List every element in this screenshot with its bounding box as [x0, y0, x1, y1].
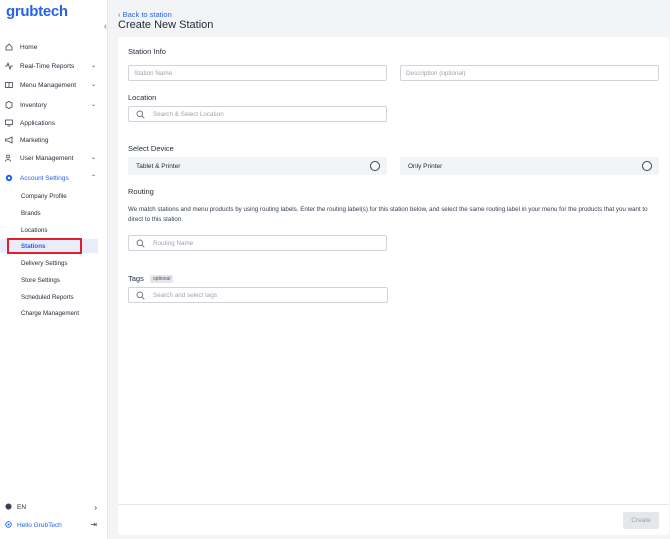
selection-highlight	[7, 238, 82, 254]
chevron-down-icon: ⌄	[90, 63, 96, 69]
radio-button[interactable]	[642, 161, 652, 171]
language-selector[interactable]: EN ›	[5, 503, 97, 512]
book-icon	[5, 81, 13, 89]
chevron-up-icon: ⌃	[90, 175, 96, 181]
create-station-form: Station Info Station Name Description (o…	[118, 37, 669, 535]
station-info-title: Station Info	[128, 47, 166, 56]
sidebar-subitem-charge-management[interactable]: Charge Management	[0, 306, 98, 320]
sidebar-item-label: Menu Management	[20, 81, 77, 89]
logout-icon[interactable]: ⇥	[90, 520, 97, 529]
page-title: Create New Station	[118, 19, 214, 31]
user-icon	[5, 521, 12, 530]
routing-name-input[interactable]: Routing Name	[128, 235, 387, 251]
location-search-input[interactable]: Search & Select Location	[128, 106, 387, 122]
sidebar-item-real-time-reports[interactable]: Real-Time Reports ⌄	[0, 58, 100, 74]
sidebar-item-label: Home	[20, 43, 38, 51]
search-icon	[136, 239, 145, 248]
chevron-right-icon: ›	[94, 503, 97, 512]
tags-search-input[interactable]: Search and select tags	[128, 287, 388, 303]
language-label: EN	[17, 504, 27, 511]
sidebar-subitem-delivery-settings[interactable]: Delivery Settings	[0, 256, 98, 270]
sidebar-item-label: Real-Time Reports	[20, 62, 75, 70]
sidebar-item-label: Applications	[20, 119, 56, 127]
back-to-station-link[interactable]: ‹ Back to station	[118, 10, 172, 19]
footer-divider	[118, 504, 669, 505]
routing-description: We match stations and menu products by u…	[128, 206, 648, 223]
sidebar-subitem-brands[interactable]: Brands	[0, 206, 98, 220]
chevron-down-icon: ⌄	[90, 155, 96, 161]
device-option-tablet-printer[interactable]: Tablet & Printer	[128, 157, 387, 175]
search-icon	[136, 291, 145, 300]
sidebar-item-marketing[interactable]: Marketing	[0, 132, 100, 148]
location-placeholder: Search & Select Location	[153, 110, 224, 118]
sidebar-item-menu-management[interactable]: Menu Management ⌄	[0, 77, 100, 93]
device-option-label: Only Printer	[408, 162, 443, 170]
sidebar-item-user-management[interactable]: User Management ⌄	[0, 150, 100, 166]
routing-placeholder: Routing Name	[153, 239, 194, 247]
tags-label: Tags	[128, 274, 144, 283]
location-title: Location	[128, 93, 157, 102]
greeting-label: Hello GrubTech	[17, 522, 62, 529]
sidebar-item-applications[interactable]: Applications	[0, 115, 100, 131]
radio-button[interactable]	[370, 161, 380, 171]
users-icon	[5, 154, 13, 162]
sidebar-item-label: Account Settings	[20, 174, 69, 182]
chevron-down-icon: ⌄	[90, 102, 96, 108]
sidebar-item-inventory[interactable]: Inventory ⌄	[0, 97, 100, 113]
box-icon	[5, 101, 13, 109]
megaphone-icon	[5, 136, 13, 144]
home-icon	[5, 43, 13, 51]
select-device-title: Select Device	[128, 144, 174, 153]
sidebar-item-label: Inventory	[20, 101, 47, 109]
sidebar-subitem-locations[interactable]: Locations	[0, 223, 98, 237]
pulse-icon	[5, 62, 13, 70]
device-option-label: Tablet & Printer	[136, 162, 181, 170]
routing-title: Routing	[128, 187, 154, 196]
create-button[interactable]: Create	[623, 512, 659, 529]
sidebar-item-account-settings[interactable]: Account Settings ⌃	[0, 170, 100, 186]
search-icon	[136, 110, 145, 119]
sidebar-subitem-company-profile[interactable]: Company Profile	[0, 189, 98, 203]
device-option-only-printer[interactable]: Only Printer	[400, 157, 659, 175]
description-input[interactable]: Description (optional)	[400, 65, 659, 81]
sidebar-item-label: User Management	[20, 154, 74, 162]
globe-icon	[5, 503, 12, 512]
sidebar-item-label: Marketing	[20, 136, 49, 144]
optional-badge: optional	[149, 275, 174, 284]
sidebar-subitem-scheduled-reports[interactable]: Scheduled Reports	[0, 290, 98, 304]
tags-placeholder: Search and select tags	[153, 291, 218, 299]
station-name-input[interactable]: Station Name	[128, 65, 387, 81]
chevron-down-icon: ⌄	[90, 82, 96, 88]
collapse-sidebar-icon[interactable]: ‹	[104, 21, 112, 31]
tags-title: Tags optional	[128, 274, 174, 284]
sidebar: grubtech ‹ Home Real-Time Reports ⌄ Menu…	[0, 0, 108, 539]
sidebar-subitem-store-settings[interactable]: Store Settings	[0, 273, 98, 287]
user-greeting[interactable]: Hello GrubTech ⇥	[5, 520, 97, 530]
gear-icon	[5, 174, 13, 182]
grubtech-logo[interactable]: grubtech	[6, 3, 68, 20]
sidebar-item-home[interactable]: Home	[0, 39, 100, 55]
monitor-icon	[5, 119, 13, 127]
